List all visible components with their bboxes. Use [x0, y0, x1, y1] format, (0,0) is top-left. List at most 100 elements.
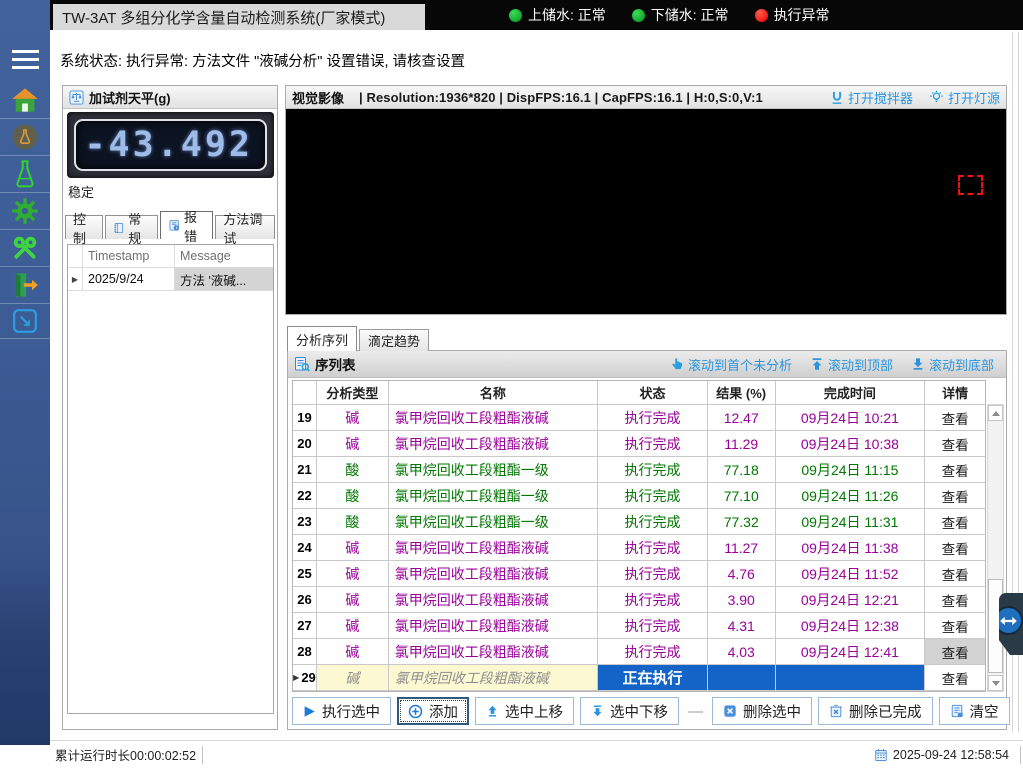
sidebar-item-settings[interactable] — [0, 192, 50, 229]
cell-name: 氯甲烷回收工段粗酯一级 — [389, 483, 599, 508]
scrollbar-up-button[interactable] — [988, 405, 1003, 421]
view-detail-link[interactable]: 查看 — [925, 587, 985, 612]
button-label: 添加 — [429, 704, 458, 721]
cell-result: 12.47 — [708, 405, 776, 430]
indicator-lower-water: 下储水: 正常 — [631, 5, 729, 25]
cell-finish-time: 09月24日 10:38 — [776, 431, 926, 456]
tab-label: 滴定趋势 — [368, 334, 421, 349]
move-up-button[interactable]: 选中上移 — [475, 697, 574, 725]
delete-selected-button[interactable]: 删除选中 — [712, 697, 812, 725]
view-detail-link[interactable]: 查看 — [925, 457, 985, 482]
table-row[interactable]: 20 碱氯甲烷回收工段粗酯液碱 执行完成 11.29 09月24日 10:38 查看 — [293, 431, 985, 457]
view-detail-link[interactable]: 查看 — [925, 613, 985, 638]
indicator-label: 上储水: 正常 — [528, 7, 606, 23]
cell-status: 执行完成 — [598, 483, 708, 508]
tab-method-debug[interactable]: 方法调试 — [215, 212, 275, 246]
cell-analysis-type: 碱 — [317, 639, 389, 664]
sequence-scrollbar[interactable] — [987, 404, 1004, 692]
flask-icon — [16, 160, 34, 188]
tab-label: 方法调试 — [223, 211, 263, 246]
table-row[interactable]: 25 碱氯甲烷回收工段粗酯液碱 执行完成 4.76 09月24日 11:52 查看 — [293, 561, 985, 587]
sidebar-item-exit[interactable] — [0, 266, 50, 303]
table-row[interactable]: 19 碱氯甲烷回收工段粗酯液碱 执行完成 12.47 09月24日 10:21 查看 — [293, 405, 985, 431]
scroll-to-top-link[interactable]: 滚动到顶部 — [810, 355, 893, 374]
open-light-link[interactable]: 打开灯源 — [929, 88, 1000, 107]
clear-button[interactable]: 清空 — [938, 697, 1010, 725]
error-row[interactable]: ▶ 2025/9/24 方法 '液碱... — [68, 268, 273, 291]
gear-icon — [12, 198, 38, 224]
balance-stability-label: 稳定 — [68, 185, 95, 200]
cell-finish-time: 09月24日 10:21 — [776, 405, 926, 430]
tab-analysis-sequence[interactable]: 分析序列 — [287, 326, 358, 351]
view-detail-link[interactable]: 查看 — [925, 639, 986, 664]
table-row[interactable]: ▶ 29 碱氯甲烷回收工段粗酯液碱 正在执行 查看 — [293, 665, 985, 691]
table-row[interactable]: 27 碱氯甲烷回收工段粗酯液碱 执行完成 4.31 09月24日 12:38 查看 — [293, 613, 985, 639]
scroll-first-unanalyzed-link[interactable]: 滚动到首个未分析 — [670, 355, 792, 374]
view-detail-link[interactable]: 查看 — [925, 535, 985, 560]
sequence-title: 序列表 — [315, 358, 356, 373]
row-marker-icon: ▶ — [293, 673, 300, 682]
cell-result: 77.32 — [708, 509, 776, 534]
video-feed[interactable] — [286, 109, 1006, 314]
menu-button[interactable] — [0, 44, 50, 74]
move-down-button[interactable]: 选中下移 — [580, 697, 679, 725]
scrollbar-down-button[interactable] — [988, 675, 1003, 691]
view-detail-link[interactable]: 查看 — [925, 405, 985, 430]
cell-analysis-type: 碱 — [317, 561, 389, 586]
view-detail-link[interactable]: 查看 — [925, 431, 985, 456]
row-number: 21 — [293, 457, 317, 482]
delete-finished-icon — [830, 704, 842, 718]
tab-control[interactable]: 控制 — [65, 212, 103, 246]
sidebar-item-analysis[interactable] — [0, 155, 50, 192]
open-stirrer-link[interactable]: 打开搅拌器 — [830, 88, 913, 107]
view-detail-link[interactable]: 查看 — [925, 509, 985, 534]
home-icon — [12, 88, 38, 112]
sidebar-item-resize[interactable] — [0, 303, 50, 339]
row-marker-icon: ▶ — [68, 268, 83, 290]
table-row[interactable]: 21 酸氯甲烷回收工段粗酯一级 执行完成 77.18 09月24日 11:15 查看 — [293, 457, 985, 483]
error-message: 方法 '液碱... — [175, 268, 273, 290]
table-row[interactable]: 26 碱氯甲烷回收工段粗酯液碱 执行完成 3.90 09月24日 12:21 查看 — [293, 587, 985, 613]
table-row[interactable]: 22 酸氯甲烷回收工段粗酯一级 执行完成 77.10 09月24日 11:26 查看 — [293, 483, 985, 509]
tab-titration-trend[interactable]: 滴定趋势 — [359, 329, 430, 351]
roi-rectangle[interactable] — [958, 175, 983, 195]
button-separator: — — [688, 702, 703, 720]
add-button[interactable]: 添加 — [397, 697, 469, 725]
datetime-label: 2025-09-24 12:58:54 — [892, 747, 1009, 762]
scroll-to-bottom-link[interactable]: 滚动到底部 — [911, 355, 994, 374]
execute-selected-button[interactable]: 执行选中 — [292, 697, 391, 725]
cell-result: 4.76 — [708, 561, 776, 586]
cell-status: 执行完成 — [598, 509, 708, 534]
sequence-table-header: 分析类型 名称 状态 结果 (%) 完成时间 详情 — [293, 381, 985, 405]
sidebar-item-balance-app[interactable] — [0, 118, 50, 155]
resize-arrow-icon — [13, 309, 37, 333]
sidebar-item-tools[interactable] — [0, 229, 50, 266]
view-detail-link[interactable]: 查看 — [925, 665, 985, 690]
table-row[interactable]: 28 碱氯甲烷回收工段粗酯液碱 执行完成 4.03 09月24日 12:41 查看 — [293, 639, 986, 665]
view-detail-link[interactable]: 查看 — [925, 561, 985, 586]
view-detail-link[interactable]: 查看 — [925, 483, 985, 508]
cell-result: 11.27 — [708, 535, 776, 560]
sidebar-item-home[interactable] — [0, 82, 50, 118]
row-number: 26 — [293, 587, 317, 612]
delete-finished-button[interactable]: 删除已完成 — [818, 697, 933, 725]
add-icon — [408, 704, 423, 718]
row-number: 24 — [293, 535, 317, 560]
cell-status: 执行完成 — [598, 457, 708, 482]
link-label: 打开搅拌器 — [847, 90, 913, 106]
balance-value: -43.492 — [84, 125, 253, 165]
error-table-header: Timestamp Message — [68, 245, 273, 268]
button-label: 清空 — [969, 704, 999, 721]
statusbar-datetime: 2025-09-24 12:58:54 — [874, 745, 1023, 764]
table-row[interactable]: 24 碱氯甲烷回收工段粗酯液碱 执行完成 11.27 09月24日 11:38 查看 — [293, 535, 985, 561]
play-icon — [304, 705, 315, 717]
tab-errors[interactable]: 报错 — [159, 210, 214, 244]
link-label: 滚动到首个未分析 — [687, 357, 792, 373]
stirrer-icon — [832, 91, 842, 104]
indicator-label: 下储水: 正常 — [650, 7, 729, 23]
table-row[interactable]: 23 酸氯甲烷回收工段粗酯一级 执行完成 77.32 09月24日 11:31 查看 — [293, 509, 985, 535]
error-table: Timestamp Message ▶ 2025/9/24 方法 '液碱... — [67, 244, 274, 714]
app-window: TW-3AT 多组分化学含量自动检测系统(厂家模式) 上储水: 正常 下储水: … — [0, 0, 1023, 768]
tab-general[interactable]: 常规 — [104, 212, 158, 246]
titlebar: TW-3AT 多组分化学含量自动检测系统(厂家模式) 上储水: 正常 下储水: … — [50, 0, 1023, 30]
